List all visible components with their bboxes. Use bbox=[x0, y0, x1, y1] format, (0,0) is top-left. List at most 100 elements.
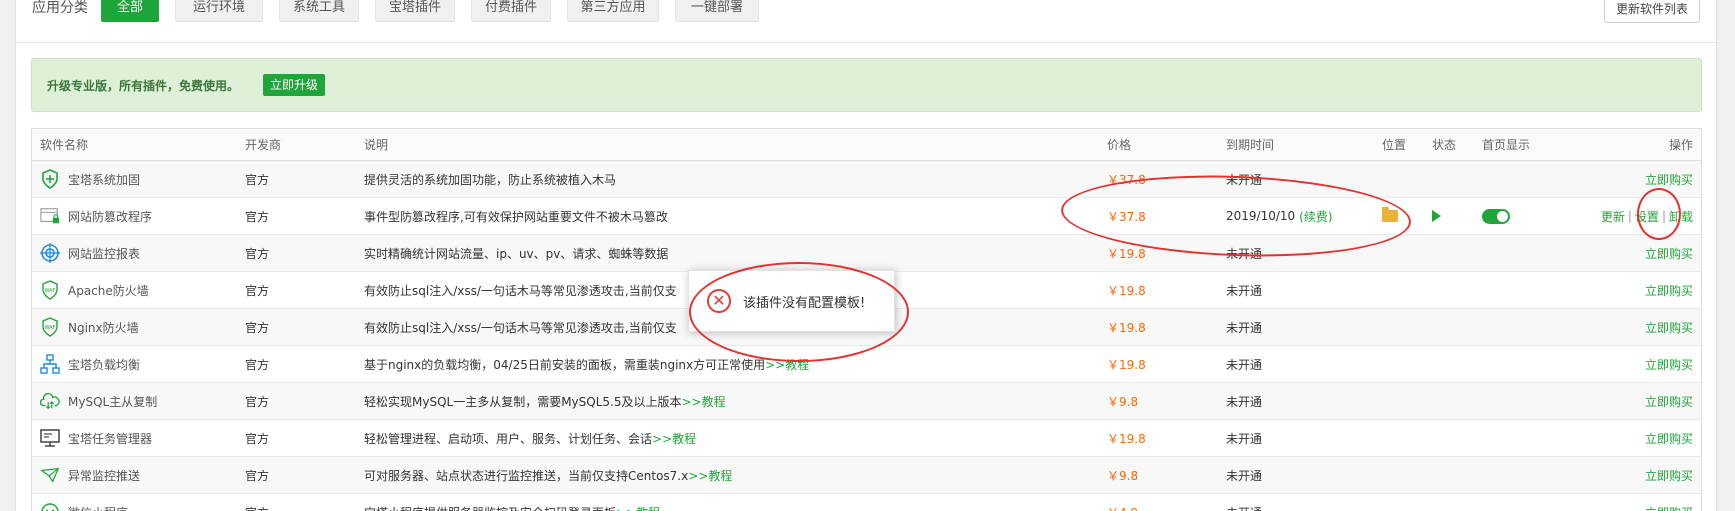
description-text: 实时精确统计网站流量、ip、uv、pv、请求、蜘蛛等数据 bbox=[364, 246, 669, 261]
software-name-cell: MySQL主从复制 bbox=[40, 383, 240, 419]
table-row: 宝塔负载均衡 官方 基于nginx的负载均衡，04/25日前安装的面板，需重装ngi… bbox=[32, 346, 1701, 383]
header-description: 说明 bbox=[364, 138, 389, 152]
tutorial-link[interactable]: >>教程 bbox=[652, 430, 696, 447]
developer-cell: 官方 bbox=[245, 246, 270, 261]
folder-icon[interactable] bbox=[1382, 207, 1398, 222]
expiry-text: 未开通 bbox=[1226, 172, 1263, 187]
expiry-cell: 未开通 bbox=[1226, 494, 1376, 511]
send-mail-icon bbox=[40, 465, 60, 485]
description-text: 轻松实现MySQL一主多从复制，需要MySQL5.5及以上版本 bbox=[364, 394, 682, 409]
expiry-cell: 未开通 bbox=[1226, 309, 1376, 345]
expiry-text: 未开通 bbox=[1226, 431, 1263, 446]
category-label: 应用分类 bbox=[32, 0, 88, 16]
table-row: 网站监控报表 官方 实时精确统计网站流量、ip、uv、pv、请求、蜘蛛等数据 ￥19.… bbox=[32, 235, 1701, 272]
svg-text:WAF: WAF bbox=[45, 325, 56, 331]
expiry-text: 未开通 bbox=[1226, 320, 1263, 335]
description-cell: 轻松管理进程、启动项、用户、服务、计划任务、会话 >>教程 bbox=[364, 420, 1084, 456]
buy-now-link[interactable]: 立即购买 bbox=[1645, 319, 1693, 336]
description-cell: 事件型防篡改程序,可有效保护网站重要文件不被木马篡改 bbox=[364, 198, 1084, 234]
shield-icon bbox=[40, 169, 60, 189]
expiry-text: 未开通 bbox=[1226, 246, 1263, 261]
developer-cell: 官方 bbox=[245, 172, 270, 187]
category-bar: 应用分类 全部 运行环境 系统工具 宝塔插件 付费插件 第三方应用 一键部署 更… bbox=[16, 0, 1716, 43]
expiry-cell: 未开通 bbox=[1226, 457, 1376, 493]
developer-cell: 官方 bbox=[245, 494, 345, 511]
buy-now-link[interactable]: 立即购买 bbox=[1645, 467, 1693, 484]
developer-cell: 官方 bbox=[245, 209, 270, 224]
update-link[interactable]: 更新 bbox=[1601, 208, 1625, 225]
expiry-text: 2019/10/10 bbox=[1226, 209, 1296, 223]
home-display-toggle[interactable] bbox=[1482, 208, 1510, 224]
actions-cell: 更新 | 设置 | 卸载 bbox=[1533, 198, 1693, 234]
actions-cell: 立即购买 bbox=[1533, 494, 1693, 511]
description-cell: 实时精确统计网站流量、ip、uv、pv、请求、蜘蛛等数据 bbox=[364, 235, 1084, 271]
monitor-icon bbox=[40, 428, 60, 448]
toast-message: 该插件没有配置模板! bbox=[743, 295, 866, 311]
software-name: Apache防火墙 bbox=[68, 283, 149, 298]
buy-now-link[interactable]: 立即购买 bbox=[1645, 393, 1693, 410]
table-row: 宝塔系统加固 官方 提供灵活的系统加固功能，防止系统被植入木马 ￥37.8 未开通 立即购… bbox=[32, 161, 1701, 198]
expiry-text: 未开通 bbox=[1226, 504, 1262, 511]
tutorial-link[interactable]: >>教程 bbox=[765, 356, 809, 373]
action-separator: | bbox=[1661, 209, 1666, 223]
buy-now-link[interactable]: 立即购买 bbox=[1645, 504, 1693, 511]
tutorial-link[interactable]: >>教程 bbox=[616, 504, 660, 511]
tutorial-link[interactable]: >>教程 bbox=[682, 393, 726, 410]
error-toast: ✕ 该插件没有配置模板! bbox=[688, 270, 895, 332]
expiry-cell: 未开通 bbox=[1226, 346, 1376, 382]
category-tab-runtime[interactable]: 运行环境 bbox=[175, 0, 263, 22]
software-name: 网站监控报表 bbox=[68, 246, 141, 261]
software-name: 异常监控推送 bbox=[68, 468, 141, 483]
table-row: 微信小程序官方宝塔小程序提供服务器监控及安全扫码登录面板 >>教程￥4.9未开通… bbox=[32, 494, 1701, 511]
settings-link[interactable]: 设置 bbox=[1635, 208, 1659, 225]
buy-now-link[interactable]: 立即购买 bbox=[1645, 356, 1693, 373]
header-price: 价格 bbox=[1107, 138, 1132, 152]
buy-now-link[interactable]: 立即购买 bbox=[1645, 430, 1693, 447]
actions-cell: 立即购买 bbox=[1533, 272, 1693, 308]
play-icon[interactable] bbox=[1432, 210, 1441, 222]
header-location: 位置 bbox=[1382, 138, 1407, 152]
description-text: 有效防止sql注入/xss/一句话木马等常见渗透攻击,当前仅支 bbox=[364, 320, 677, 335]
header-actions: 操作 bbox=[1668, 138, 1693, 152]
buy-now-link[interactable]: 立即购买 bbox=[1645, 245, 1693, 262]
tutorial-link[interactable]: >>教程 bbox=[688, 467, 732, 484]
expiry-text: 未开通 bbox=[1226, 468, 1263, 483]
price-cell: ￥19.8 bbox=[1107, 320, 1146, 335]
category-tab-system-tools[interactable]: 系统工具 bbox=[279, 0, 359, 22]
actions-cell: 立即购买 bbox=[1533, 346, 1693, 382]
network-tree-icon bbox=[40, 354, 60, 374]
buy-now-link[interactable]: 立即购买 bbox=[1645, 282, 1693, 299]
renew-link[interactable]: (续费) bbox=[1299, 208, 1332, 225]
uninstall-link[interactable]: 卸载 bbox=[1669, 208, 1693, 225]
software-name-cell: WAF Apache防火墙 bbox=[40, 272, 240, 308]
developer-cell: 官方 bbox=[245, 283, 270, 298]
table-header: 软件名称 开发商 说明 价格 到期时间 位置 状态 首页显示 操作 bbox=[32, 129, 1701, 161]
webpage-lock-icon bbox=[40, 206, 60, 226]
upgrade-now-button[interactable]: 立即升级 bbox=[263, 74, 326, 96]
description-text: 可对服务器、站点状态进行监控推送，当前仅支持Centos7.x bbox=[364, 468, 689, 483]
category-tab-all[interactable]: 全部 bbox=[101, 0, 159, 22]
price-cell: ￥9.8 bbox=[1107, 468, 1139, 483]
buy-now-link[interactable]: 立即购买 bbox=[1645, 171, 1693, 188]
error-x-icon: ✕ bbox=[707, 289, 731, 313]
description-cell: 基于nginx的负载均衡，04/25日前安装的面板，需重装nginx方可正常使用… bbox=[364, 346, 1084, 382]
header-expiry: 到期时间 bbox=[1226, 138, 1275, 152]
software-name: MySQL主从复制 bbox=[68, 394, 158, 409]
software-store-panel: 应用分类 全部 运行环境 系统工具 宝塔插件 付费插件 第三方应用 一键部署 更… bbox=[15, 0, 1717, 511]
description-text: 基于nginx的负载均衡，04/25日前安装的面板，需重装nginx方可正常使用 bbox=[364, 357, 766, 372]
actions-cell: 立即购买 bbox=[1533, 383, 1693, 419]
table-row: MySQL主从复制 官方 轻松实现MySQL一主多从复制，需要MySQL5.5及以上… bbox=[32, 383, 1701, 420]
category-tab-paid-plugins[interactable]: 付费插件 bbox=[471, 0, 551, 22]
developer-cell: 官方 bbox=[245, 431, 270, 446]
category-tab-one-click-deploy[interactable]: 一键部署 bbox=[675, 0, 759, 22]
software-name: Nginx防火墙 bbox=[68, 320, 139, 335]
status-cell bbox=[1432, 198, 1472, 234]
category-tab-third-party[interactable]: 第三方应用 bbox=[567, 0, 659, 22]
expiry-text: 未开通 bbox=[1226, 283, 1263, 298]
software-name: 宝塔负载均衡 bbox=[68, 357, 141, 372]
category-tab-bt-plugins[interactable]: 宝塔插件 bbox=[375, 0, 455, 22]
description-text: 宝塔小程序提供服务器监控及安全扫码登录面板 bbox=[364, 504, 616, 511]
price-cell: ￥19.8 bbox=[1107, 283, 1146, 298]
price-cell: ￥9.8 bbox=[1107, 394, 1139, 409]
refresh-software-list-button[interactable]: 更新软件列表 bbox=[1603, 0, 1700, 23]
